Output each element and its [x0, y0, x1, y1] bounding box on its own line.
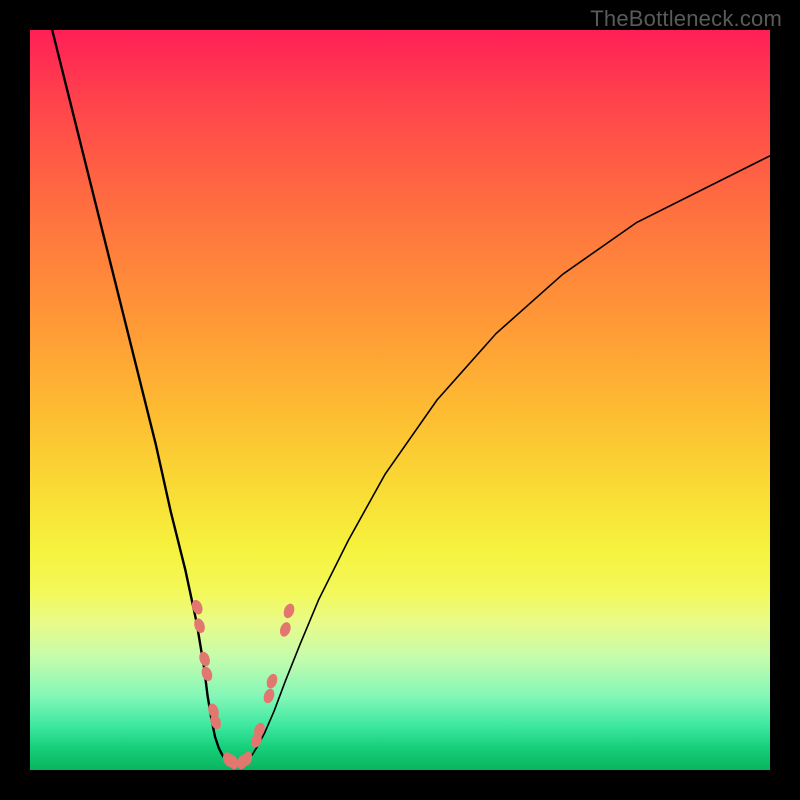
nodule: [200, 665, 215, 683]
nodule: [262, 687, 277, 705]
watermark-text: TheBottleneck.com: [590, 6, 782, 32]
nodule: [282, 602, 297, 620]
right-branch-curve: [245, 156, 770, 763]
plot-area: [30, 30, 770, 770]
curve-layer: [30, 30, 770, 770]
nodule: [278, 621, 293, 639]
nodule: [197, 650, 212, 668]
nodule: [192, 617, 207, 635]
chart-frame: TheBottleneck.com: [0, 0, 800, 800]
nodule: [265, 672, 280, 690]
